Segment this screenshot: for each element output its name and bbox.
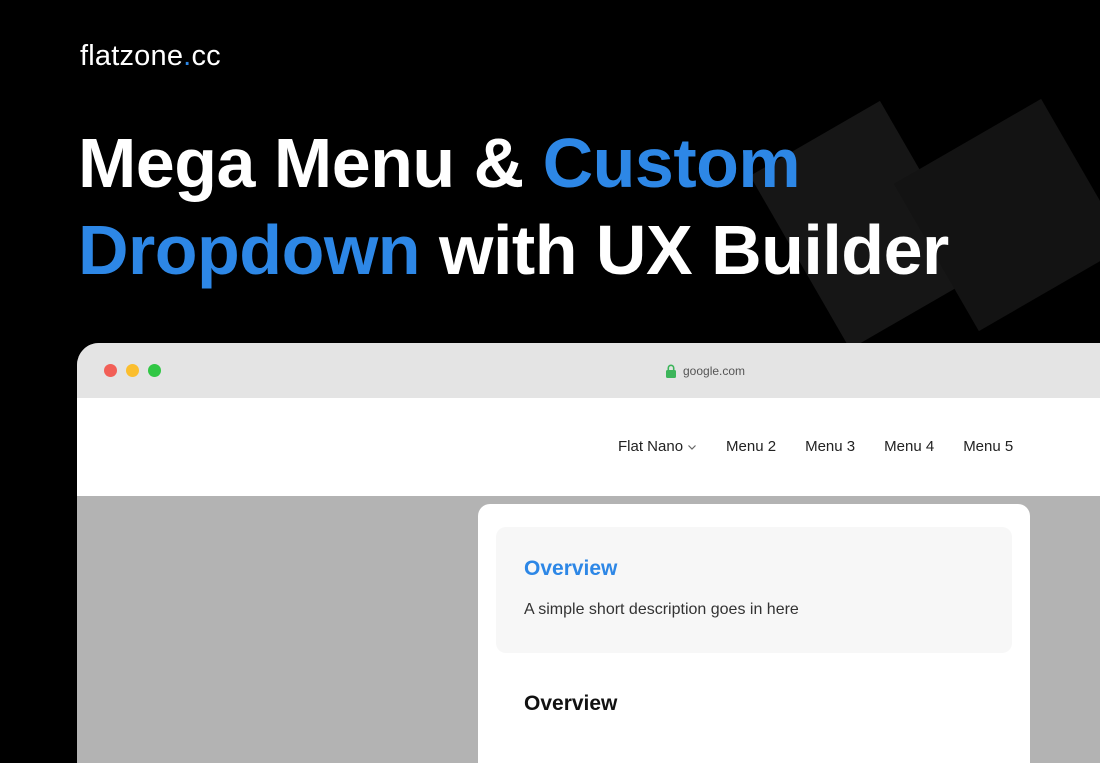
overview-card-title[interactable]: Overview: [524, 557, 617, 581]
nav-item-label: Menu 3: [805, 438, 856, 455]
headline-line1-blue: Custom: [542, 124, 801, 202]
nav-item-menu-4[interactable]: Menu 4: [884, 438, 934, 455]
maximize-window-button[interactable]: [148, 364, 161, 377]
brand-logo: flatzone.cc: [80, 40, 221, 73]
nav-item-flat-nano[interactable]: Flat Nano: [618, 438, 697, 455]
nav-item-menu-3[interactable]: Menu 3: [805, 438, 855, 455]
nav-menu: Flat Nano Menu 2 Menu 3 Menu 4 Menu 5: [618, 438, 1013, 455]
site-navbar: Flat Nano Menu 2 Menu 3 Menu 4 Menu 5: [77, 398, 1100, 496]
headline-line2-blue: Dropdown: [78, 211, 421, 289]
nav-item-label: Menu 5: [963, 438, 1014, 455]
overview-card-description: A simple short description goes in here: [524, 601, 799, 618]
nav-item-menu-5[interactable]: Menu 5: [963, 438, 1013, 455]
brand-name-part2: cc: [191, 40, 221, 72]
close-window-button[interactable]: [104, 364, 117, 377]
address-bar[interactable]: google.com: [665, 363, 745, 379]
mega-menu-dropdown: Overview A simple short description goes…: [478, 504, 1030, 763]
overview-card[interactable]: Overview A simple short description goes…: [496, 527, 1012, 653]
nav-item-label: Menu 2: [726, 438, 777, 455]
nav-item-label: Menu 4: [884, 438, 935, 455]
minimize-window-button[interactable]: [126, 364, 139, 377]
browser-titlebar: google.com: [77, 343, 1100, 398]
browser-window: google.com Flat Nano Menu 2 Menu 3 Menu …: [77, 343, 1100, 763]
chevron-down-icon: [688, 444, 696, 450]
headline-line2-white: with UX Builder: [420, 211, 949, 289]
brand-name-part1: flatzone: [80, 40, 184, 72]
address-url: google.com: [683, 364, 746, 378]
overview-section-title: Overview: [524, 692, 618, 715]
nav-item-label: Flat Nano: [618, 438, 684, 455]
headline-line1-white: Mega Menu &: [78, 124, 543, 202]
lock-icon: [666, 364, 676, 378]
page-headline: Mega Menu & Custom Dropdown with UX Buil…: [78, 120, 949, 294]
nav-item-menu-2[interactable]: Menu 2: [726, 438, 776, 455]
